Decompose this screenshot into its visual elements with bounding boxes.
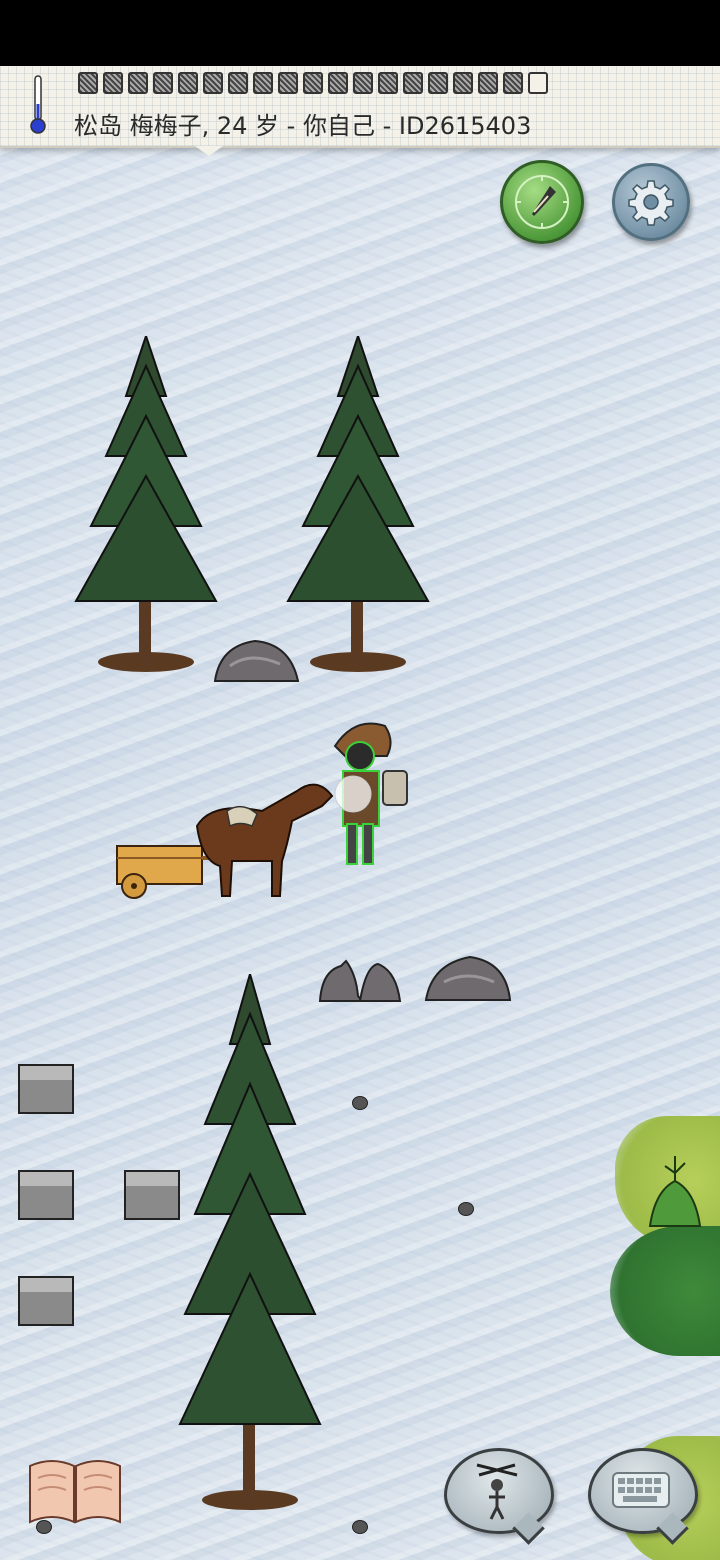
- food-meter: [78, 72, 548, 94]
- food-pip: [478, 72, 498, 94]
- pine-tree[interactable]: [170, 974, 330, 1514]
- food-pip: [278, 72, 298, 94]
- player-character[interactable]: [325, 716, 415, 876]
- food-pip: [428, 72, 448, 94]
- chat-keyboard-button[interactable]: [588, 1448, 698, 1545]
- food-pip: [178, 72, 198, 94]
- food-pip: [153, 72, 173, 94]
- thermometer-icon: [30, 75, 46, 134]
- food-pip: [228, 72, 248, 94]
- food-pip: [103, 72, 123, 94]
- grass-patch: [610, 1226, 720, 1356]
- book-icon: [29, 1460, 121, 1524]
- stone-block[interactable]: [18, 1064, 74, 1114]
- horse-cart[interactable]: [112, 766, 342, 906]
- pine-tree[interactable]: [66, 336, 226, 676]
- boulder[interactable]: [210, 636, 300, 686]
- status-header: 松岛 梅梅子, 24 岁 - 你自己 - ID2615403: [0, 66, 720, 156]
- food-pip: [128, 72, 148, 94]
- game-world-snow[interactable]: [0, 66, 720, 1560]
- pine-tree[interactable]: [278, 336, 438, 676]
- food-pip: [328, 72, 348, 94]
- boulder[interactable]: [422, 952, 514, 1004]
- stone-block[interactable]: [124, 1170, 180, 1220]
- settings-button[interactable]: [612, 163, 690, 241]
- food-pip: [253, 72, 273, 94]
- food-pip: [78, 72, 98, 94]
- stone-block[interactable]: [18, 1170, 74, 1220]
- food-pip: [203, 72, 223, 94]
- book-button[interactable]: [26, 1452, 124, 1528]
- compass-button[interactable]: [500, 160, 584, 244]
- emote-button[interactable]: [444, 1448, 554, 1545]
- small-rock[interactable]: [352, 1096, 368, 1110]
- stone-block[interactable]: [18, 1276, 74, 1326]
- food-pip: [453, 72, 473, 94]
- food-pip: [378, 72, 398, 94]
- status-bar: [0, 0, 720, 66]
- small-rock[interactable]: [352, 1520, 368, 1534]
- food-pip: [303, 72, 323, 94]
- food-pip: [353, 72, 373, 94]
- food-pip: [403, 72, 423, 94]
- food-pip: [528, 72, 548, 94]
- compass-icon: [515, 175, 569, 229]
- small-rock[interactable]: [458, 1202, 474, 1216]
- food-pip: [503, 72, 523, 94]
- green-bush[interactable]: [640, 1151, 710, 1231]
- gear-icon: [628, 180, 674, 226]
- player-name-label: 松岛 梅梅子, 24 岁 - 你自己 - ID2615403: [74, 112, 532, 140]
